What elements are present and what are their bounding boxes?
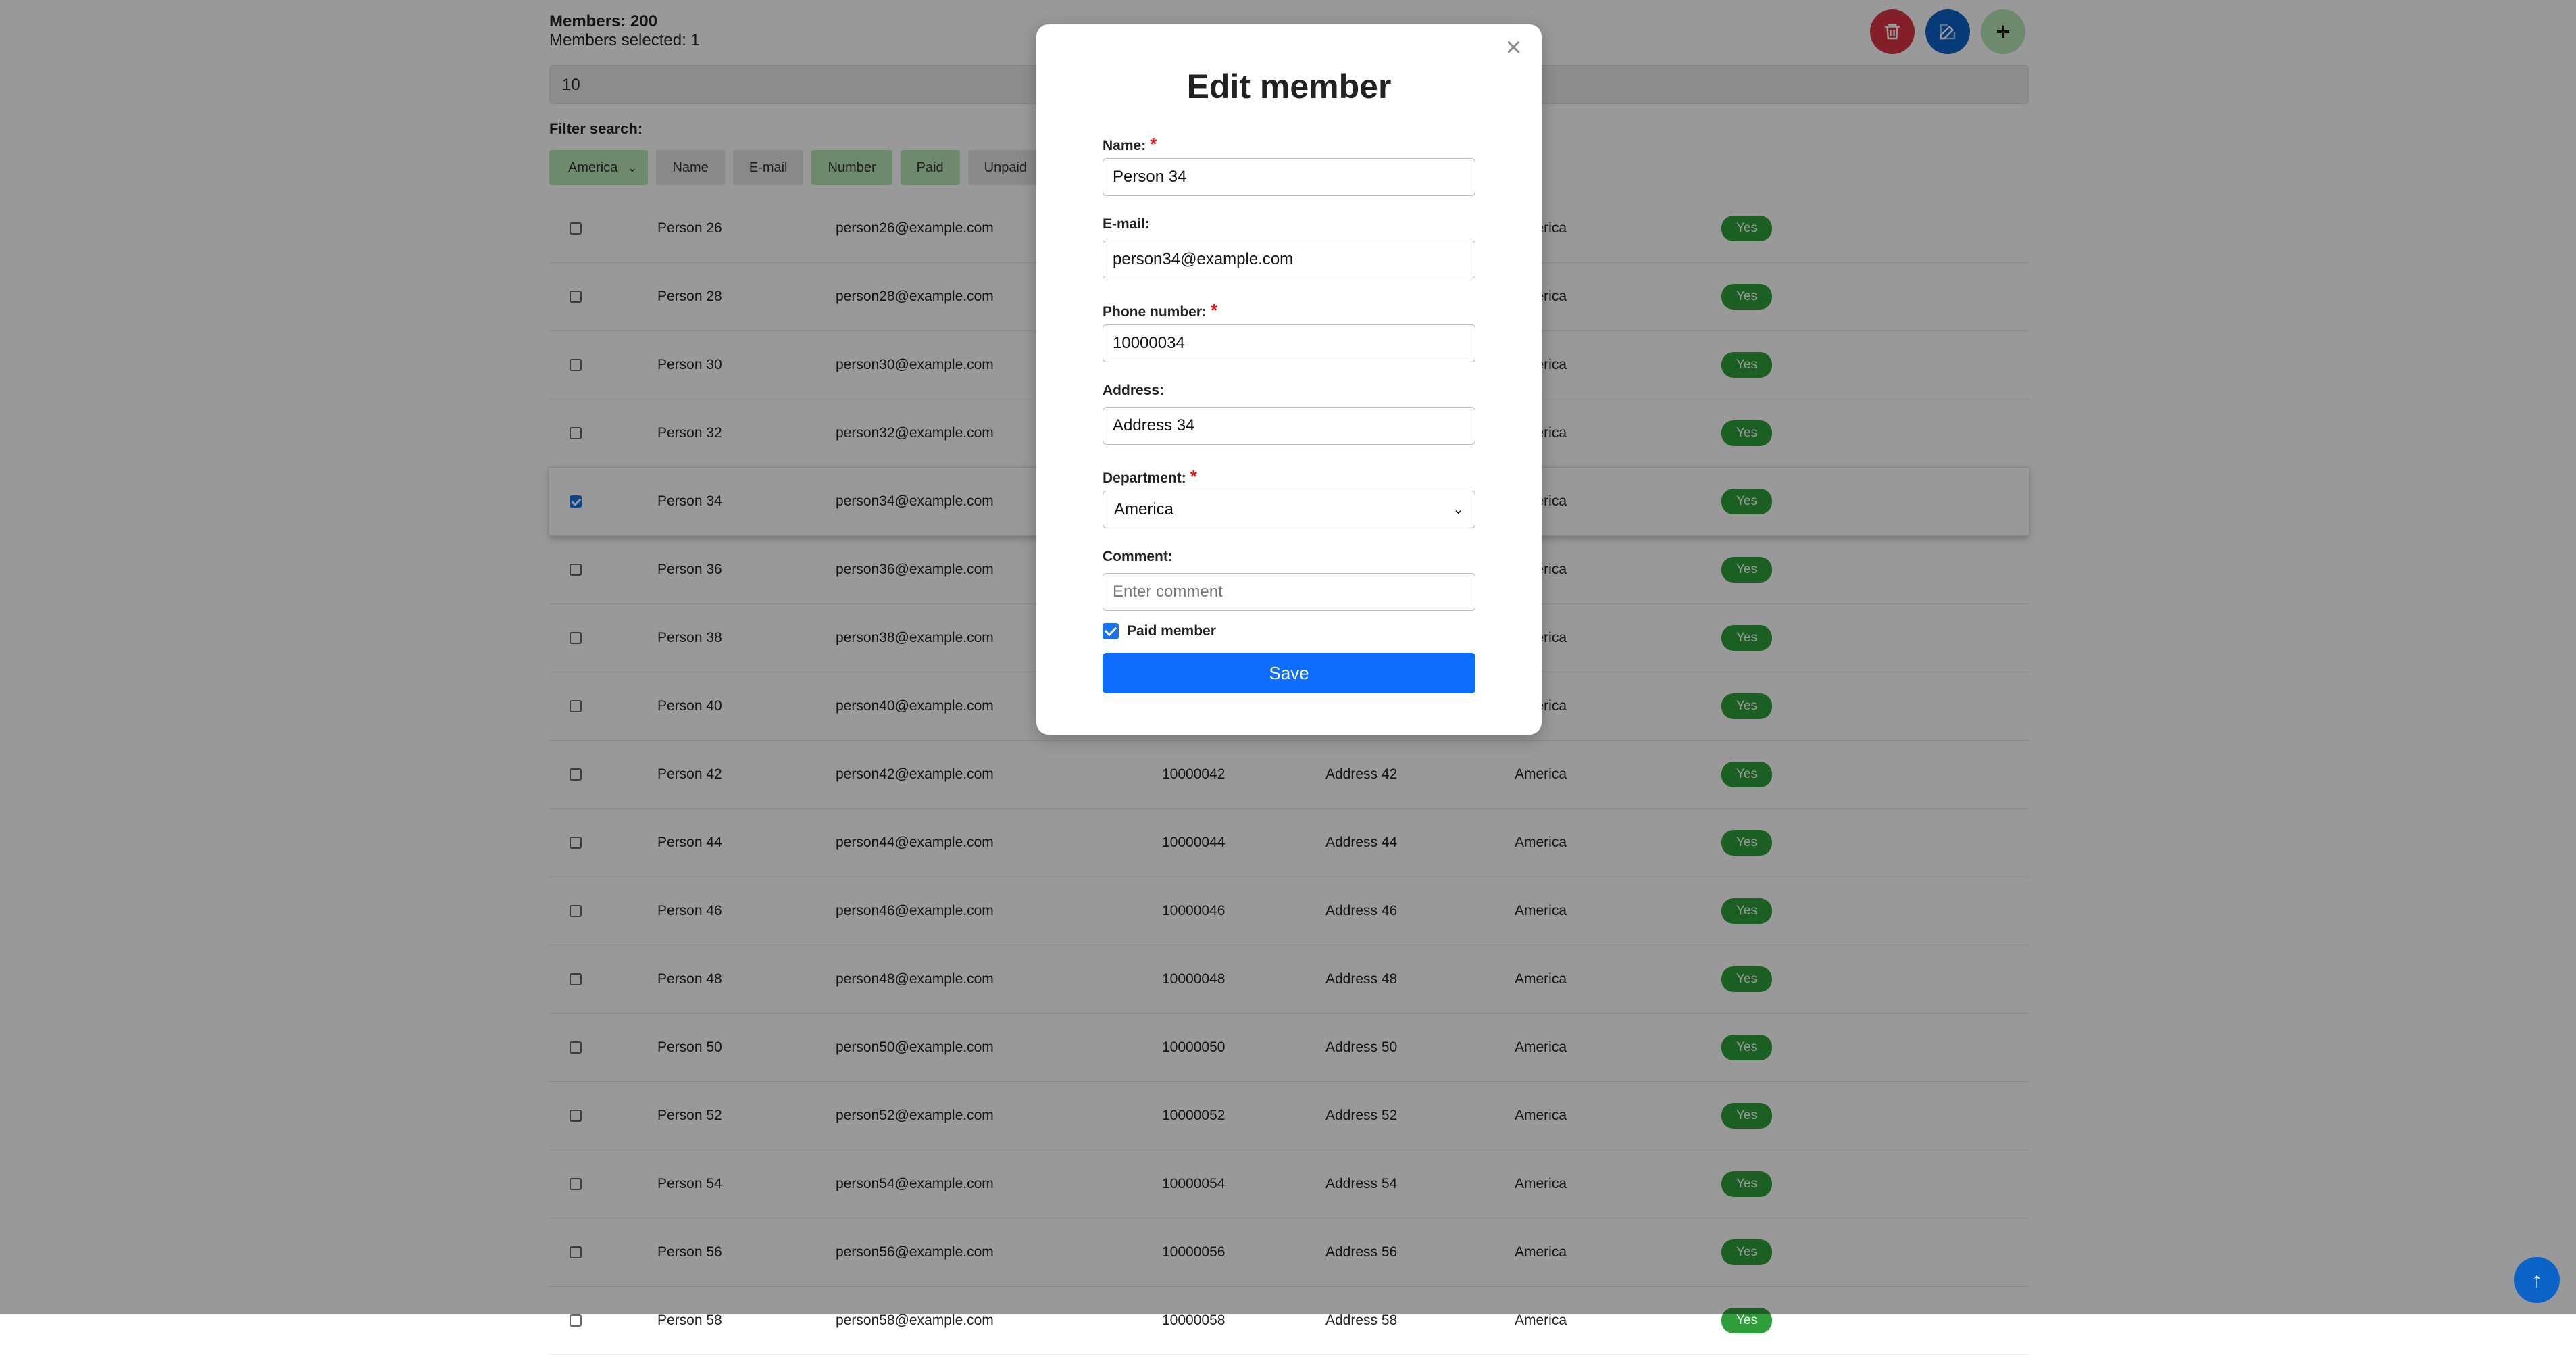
address-label: Address:	[1103, 383, 1165, 398]
paid-member-label: Paid member	[1127, 623, 1216, 639]
member-phone: 10000058	[1162, 1312, 1226, 1328]
address-field[interactable]: Address 34	[1103, 407, 1475, 445]
required-mark: *	[1150, 134, 1157, 154]
edit-member-dialog: × Edit member Name: * Person 34 E-mail: p…	[1036, 24, 1542, 735]
phone-field[interactable]: 10000034	[1103, 324, 1475, 362]
save-button[interactable]: Save	[1103, 653, 1475, 693]
member-department: America	[1515, 1312, 1567, 1328]
required-mark: *	[1190, 466, 1197, 487]
scroll-top-button[interactable]: ↑	[2514, 1257, 2560, 1303]
member-email: person58@example.com	[836, 1312, 994, 1328]
department-select[interactable]: America ⌄	[1103, 491, 1475, 528]
name-label: Name: *	[1103, 134, 1157, 154]
arrow-up-icon: ↑	[2531, 1267, 2542, 1292]
chevron-down-icon: ⌄	[1453, 502, 1464, 517]
member-address: Address 58	[1325, 1312, 1398, 1328]
close-icon[interactable]: ×	[1506, 34, 1521, 61]
required-mark: *	[1211, 300, 1218, 320]
phone-label: Phone number: *	[1103, 300, 1218, 320]
row-checkbox[interactable]	[570, 1314, 582, 1327]
email-label: E-mail:	[1103, 216, 1151, 232]
email-field[interactable]: person34@example.com	[1103, 241, 1475, 278]
paid-member-row: Paid member	[1103, 623, 1475, 639]
paid-member-checkbox[interactable]	[1103, 623, 1119, 639]
dialog-title: Edit member	[1186, 68, 1392, 105]
department-select-value: America	[1114, 500, 1174, 518]
member-name: Person 58	[657, 1312, 722, 1328]
comment-label: Comment:	[1103, 549, 1173, 564]
comment-field[interactable]: Enter comment	[1103, 573, 1475, 611]
department-label: Department: *	[1103, 466, 1197, 487]
name-field[interactable]: Person 34	[1103, 158, 1475, 196]
